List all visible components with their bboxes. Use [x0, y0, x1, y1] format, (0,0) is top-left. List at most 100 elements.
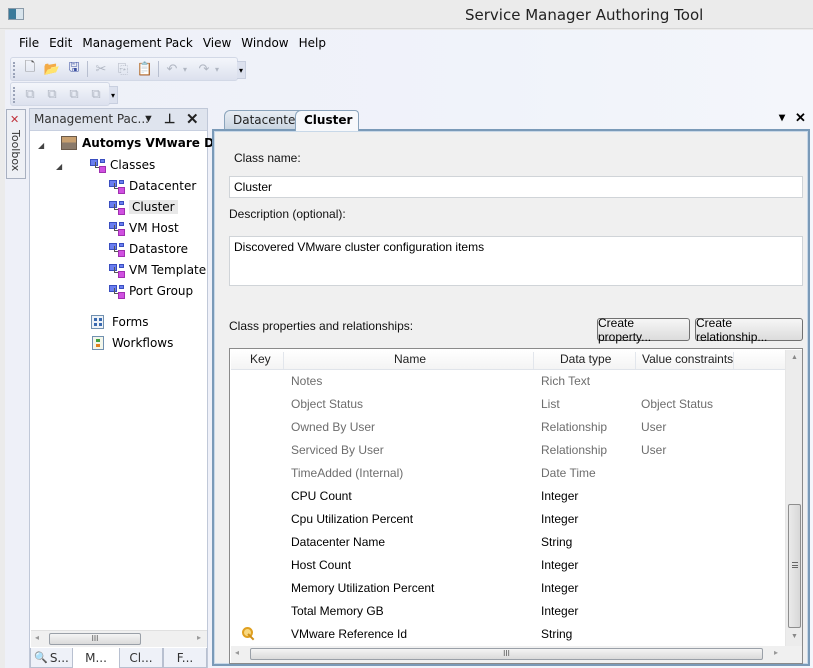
cut-icon[interactable]: ✂ — [90, 59, 112, 79]
table-row[interactable]: TimeAdded (Internal) Date Time — [231, 462, 786, 485]
copy-icon[interactable]: ⎘ — [112, 59, 134, 79]
redo-dropdown-icon[interactable]: ▾ — [215, 65, 225, 74]
scroll-thumb[interactable] — [788, 504, 801, 628]
grid-vertical-scrollbar[interactable]: ▲ ▼ — [785, 350, 802, 646]
property-name: Notes — [291, 374, 323, 388]
class-name-label: Class name: — [234, 151, 301, 165]
classes-label: Classes — [110, 158, 156, 172]
table-row[interactable]: Object Status List Object Status — [231, 393, 786, 416]
class-icon — [109, 221, 125, 236]
pin-icon[interactable]: ⊥ — [164, 111, 175, 127]
description-input[interactable]: Discovered VMware cluster configuration … — [229, 236, 803, 286]
redo-icon[interactable]: ↷ — [193, 59, 215, 79]
paste-icon[interactable]: 📋 — [134, 59, 156, 79]
table-row[interactable]: Serviced By User Relationship User — [231, 439, 786, 462]
scroll-thumb[interactable]: III — [49, 633, 141, 645]
save-all-icon[interactable]: 🖫 — [63, 59, 85, 79]
tab-class[interactable]: Cl... — [119, 648, 163, 668]
menu-help[interactable]: Help — [294, 35, 331, 53]
menu-bar: File Edit Management Pack View Window He… — [14, 35, 331, 53]
table-row[interactable]: Owned By User Relationship User — [231, 416, 786, 439]
grid-horizontal-scrollbar[interactable]: ◂ III ▸ — [231, 646, 786, 663]
toolbox-tab[interactable]: ✕ Toolbox — [6, 109, 26, 179]
scroll-right-icon[interactable]: ▸ — [197, 633, 201, 642]
tab-form[interactable]: F... — [163, 648, 207, 668]
property-data-type: Relationship — [541, 420, 608, 434]
toolbar-overflow-icon[interactable]: ▾ — [237, 61, 246, 79]
menu-window[interactable]: Window — [236, 35, 293, 53]
tree-item-class-selected[interactable]: Cluster — [109, 197, 178, 217]
tree-item-workflows[interactable]: Workflows — [92, 333, 173, 353]
tree-item-classes[interactable]: Classes — [90, 155, 155, 175]
column-key[interactable]: Key — [250, 350, 271, 370]
open-icon[interactable]: 📂 — [41, 59, 63, 79]
create-property-button[interactable]: Create property... — [597, 316, 690, 344]
class-label: Port Group — [129, 284, 194, 298]
expand-pack-icon[interactable]: ◢ — [38, 141, 44, 150]
scroll-right-icon[interactable]: ▸ — [774, 648, 778, 657]
tree-item-pack[interactable]: Automys VMware Disc — [61, 133, 232, 153]
column-separator — [283, 352, 284, 369]
expand-classes-icon[interactable]: ◢ — [56, 162, 62, 171]
scroll-down-icon[interactable]: ▼ — [791, 633, 798, 640]
tree-item-class[interactable]: Datacenter — [109, 176, 196, 196]
tab-search[interactable]: 🔍 S... — [30, 648, 73, 668]
table-row[interactable]: Cpu Utilization Percent Integer — [231, 508, 786, 531]
scroll-left-icon[interactable]: ◂ — [35, 633, 39, 642]
property-value-constraint: User — [641, 443, 667, 457]
table-row[interactable]: Total Memory GB Integer — [231, 600, 786, 623]
toolbar-overflow-icon[interactable]: ▾ — [109, 86, 118, 104]
property-data-type: Date Time — [541, 466, 596, 480]
undo-icon[interactable]: ↶ — [161, 59, 183, 79]
table-row[interactable]: Memory Utilization Percent Integer — [231, 577, 786, 600]
class-icon — [109, 242, 125, 257]
document-close-icon[interactable]: ✕ — [795, 110, 806, 126]
tree-item-class[interactable]: Datastore — [109, 239, 188, 259]
property-data-type: Integer — [541, 581, 579, 595]
column-data-type[interactable]: Data type — [560, 350, 611, 370]
new-icon[interactable]: 🗋 — [19, 59, 41, 79]
table-row[interactable]: CPU Count Integer — [231, 485, 786, 508]
class-name-input[interactable] — [229, 176, 803, 198]
classes-icon — [90, 158, 106, 173]
pack-name: Automys VMware Disc — [82, 136, 233, 150]
create-relationship-button[interactable]: Create relationship... — [695, 316, 803, 344]
close-icon[interactable]: ✕ — [186, 110, 199, 128]
scroll-thumb[interactable]: III — [250, 648, 763, 660]
tab-management-pack[interactable]: M... — [73, 648, 119, 668]
tree-item-forms[interactable]: Forms — [91, 312, 148, 332]
forms-label: Forms — [112, 315, 149, 329]
document-dropdown-icon[interactable]: ▾ — [779, 110, 785, 124]
table-row[interactable]: Notes Rich Text — [231, 370, 786, 393]
explorer-dropdown-icon[interactable]: ▼ — [143, 113, 154, 125]
column-value-constraints[interactable]: Value constraints — [642, 350, 733, 370]
description-label: Description (optional): — [229, 207, 346, 221]
tab-cluster[interactable]: Cluster — [295, 110, 360, 131]
arrange-4-icon[interactable]: ⧉ — [85, 84, 107, 104]
scroll-left-icon[interactable]: ◂ — [235, 648, 239, 657]
arrange-2-icon[interactable]: ⧉ — [41, 84, 63, 104]
column-separator — [635, 352, 636, 369]
toolbar-grip[interactable] — [13, 62, 15, 78]
explorer-horizontal-scrollbar[interactable]: ◂ III ▸ — [31, 630, 207, 647]
scroll-up-icon[interactable]: ▲ — [791, 354, 798, 361]
menu-edit[interactable]: Edit — [44, 35, 77, 53]
app-icon[interactable] — [8, 8, 24, 20]
tab-label: F... — [176, 650, 194, 665]
arrange-3-icon[interactable]: ⧉ — [63, 84, 85, 104]
toolbar-grip[interactable] — [13, 87, 15, 103]
search-icon: 🔍 — [34, 651, 48, 664]
table-row[interactable]: VMware Reference Id String — [231, 623, 786, 646]
menu-management-pack[interactable]: Management Pack — [77, 35, 197, 53]
menu-file[interactable]: File — [14, 35, 44, 53]
column-name[interactable]: Name — [394, 350, 426, 370]
menu-view[interactable]: View — [198, 35, 236, 53]
tree-item-class[interactable]: VM Template — [109, 260, 206, 280]
class-label: VM Template — [129, 263, 207, 277]
table-row[interactable]: Datacenter Name String — [231, 531, 786, 554]
table-row[interactable]: Host Count Integer — [231, 554, 786, 577]
tree-item-class[interactable]: VM Host — [109, 218, 179, 238]
undo-dropdown-icon[interactable]: ▾ — [183, 65, 193, 74]
tree-item-class[interactable]: Port Group — [109, 281, 193, 301]
arrange-1-icon[interactable]: ⧉ — [19, 84, 41, 104]
